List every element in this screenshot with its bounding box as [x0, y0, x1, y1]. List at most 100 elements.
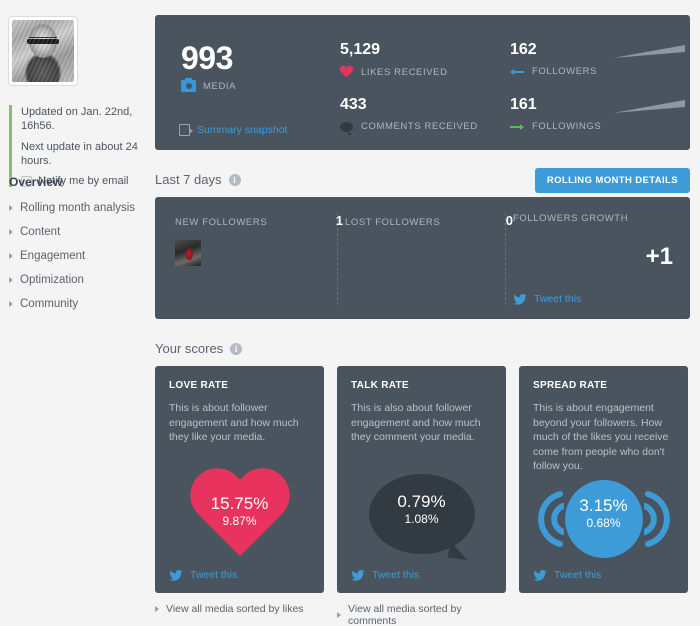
sidebar-item-engagement[interactable]: Engagement — [9, 250, 149, 262]
love-rate-visual: 15.75% 9.87% — [155, 470, 324, 570]
tweet-this-label: Tweet this — [534, 293, 582, 305]
main-content: 993 MEDIA Summary snapshot 5,129 LIKES R… — [155, 0, 690, 626]
view-media-sorted-by-likes-link[interactable]: View all media sorted by likes — [155, 603, 324, 615]
followings-sparkline — [613, 100, 685, 113]
tweet-this-label: Tweet this — [190, 569, 238, 581]
new-followers-column: NEW FOLLOWERS 1 — [175, 213, 343, 305]
sidebar-item-label: Community — [20, 298, 79, 310]
avatar-image — [12, 20, 74, 82]
triangle-bullet-icon — [9, 277, 13, 283]
love-rate-title: LOVE RATE — [169, 380, 229, 391]
media-stat: 993 MEDIA — [181, 41, 331, 92]
heart-icon — [340, 66, 353, 78]
sidebar-item-label: Rolling month analysis — [20, 202, 136, 214]
likes-value: 5,129 — [340, 41, 381, 58]
talk-rate-sub-value: 1.08% — [404, 512, 439, 526]
followers-sparkline — [613, 45, 685, 58]
comments-label: COMMENTS RECEIVED — [361, 121, 478, 132]
score-card-links-row: View all media sorted by likes View all … — [155, 593, 690, 626]
talk-rate-visual: 0.79% 1.08% — [337, 470, 506, 570]
followers-growth-value: +1 — [645, 243, 673, 270]
followers-label: FOLLOWERS — [532, 66, 598, 77]
sidebar-item-rolling-month-analysis[interactable]: Rolling month analysis — [9, 202, 149, 214]
last-7-days-header: Last 7 days i ROLLING MONTH DETAILS — [155, 168, 690, 193]
your-scores-header: Your scores i — [155, 341, 690, 356]
last-7-days-title: Last 7 days — [155, 172, 222, 187]
view-media-sorted-by-comments-link[interactable]: View all media sorted by comments — [337, 603, 506, 626]
info-icon[interactable]: i — [228, 173, 241, 186]
arrow-right-icon — [510, 122, 524, 132]
summary-snapshot-label: Summary snapshot — [197, 124, 288, 136]
triangle-bullet-icon — [337, 612, 341, 618]
love-rate-value: 15.75% — [210, 494, 269, 513]
tweet-this-spread-rate-link[interactable]: Tweet this — [533, 569, 601, 581]
summary-snapshot-link[interactable]: Summary snapshot — [179, 124, 287, 136]
twitter-bird-icon — [513, 293, 527, 305]
sidebar: Updated on Jan. 22nd, 16h56. Next update… — [0, 0, 150, 626]
lost-followers-value: 0 — [505, 213, 513, 228]
lost-followers-column: LOST FOLLOWERS 0 — [345, 213, 513, 305]
sidebar-item-label: Content — [20, 226, 61, 238]
new-followers-label: NEW FOLLOWERS — [175, 217, 268, 228]
arrow-left-icon — [510, 67, 524, 77]
love-rate-sub-value: 9.87% — [222, 514, 257, 528]
sidebar-item-content[interactable]: Content — [9, 226, 149, 238]
likes-label: LIKES RECEIVED — [361, 66, 448, 78]
info-icon[interactable]: i — [230, 342, 243, 355]
followings-stat: 161 FOLLOWINGS — [510, 96, 685, 132]
speech-bubble-icon — [340, 121, 353, 135]
lost-followers-label: LOST FOLLOWERS — [345, 217, 441, 228]
media-label: MEDIA — [203, 80, 237, 92]
twitter-bird-icon — [533, 569, 547, 581]
new-follower-thumbnail[interactable] — [175, 240, 201, 266]
sidebar-nav: Overview Rolling month analysis Content … — [9, 175, 149, 322]
spread-rate-visual: 3.15% 0.68% — [519, 478, 688, 578]
tweet-this-label: Tweet this — [372, 569, 420, 581]
talk-rate-description: This is also about follower engagement a… — [351, 402, 481, 443]
sidebar-item-label: Engagement — [20, 250, 86, 262]
document-export-icon — [179, 124, 193, 136]
followers-growth-column: FOLLOWERS GROWTH +1 Tweet this — [513, 213, 673, 305]
last-7-days-panel: NEW FOLLOWERS 1 LOST FOLLOWERS 0 FOLLOWE… — [155, 197, 690, 319]
camera-icon — [181, 77, 196, 92]
next-update-text: Next update in about 24 hours. — [21, 141, 138, 167]
dashboard-page: Updated on Jan. 22nd, 16h56. Next update… — [0, 0, 700, 626]
nav-title-overview[interactable]: Overview — [9, 175, 149, 189]
rolling-month-details-button[interactable]: ROLLING MONTH DETAILS — [534, 168, 690, 193]
spread-rate-card: SPREAD RATE This is about engagement bey… — [519, 366, 688, 593]
triangle-bullet-icon — [9, 205, 13, 211]
love-rate-card: LOVE RATE This is about follower engagem… — [155, 366, 324, 593]
followers-growth-label: FOLLOWERS GROWTH — [513, 213, 629, 224]
talk-rate-card: TALK RATE This is also about follower en… — [337, 366, 506, 593]
new-followers-value: 1 — [335, 213, 343, 228]
spread-rate-value: 3.15% — [579, 496, 628, 515]
comments-received-stat: 433 COMMENTS RECEIVED — [340, 96, 510, 135]
tweet-this-love-rate-link[interactable]: Tweet this — [169, 569, 237, 581]
sidebar-item-optimization[interactable]: Optimization — [9, 274, 149, 286]
spread-rate-title: SPREAD RATE — [533, 380, 608, 391]
score-cards: LOVE RATE This is about follower engagem… — [155, 366, 690, 593]
talk-rate-value: 0.79% — [397, 492, 446, 511]
twitter-bird-icon — [351, 569, 365, 581]
tweet-this-label: Tweet this — [554, 569, 602, 581]
love-rate-description: This is about follower engagement and ho… — [169, 402, 299, 443]
tweet-this-talk-rate-link[interactable]: Tweet this — [351, 569, 419, 581]
comments-value: 433 — [340, 96, 367, 113]
link-label: View all media sorted by likes — [166, 603, 304, 615]
tweet-this-growth-link[interactable]: Tweet this — [513, 293, 581, 305]
link-label: View all media sorted by comments — [348, 603, 462, 626]
followings-label: FOLLOWINGS — [532, 121, 602, 132]
triangle-bullet-icon — [9, 253, 13, 259]
updated-on-text: Updated on Jan. 22nd, 16h56. — [21, 106, 133, 132]
avatar[interactable] — [8, 16, 78, 86]
twitter-bird-icon — [169, 569, 183, 581]
spread-rate-description: This is about engagement beyond your fol… — [533, 402, 669, 472]
triangle-bullet-icon — [9, 301, 13, 307]
talk-rate-title: TALK RATE — [351, 380, 409, 391]
your-scores-title: Your scores — [155, 341, 224, 356]
triangle-bullet-icon — [155, 606, 159, 612]
sidebar-item-community[interactable]: Community — [9, 298, 149, 310]
spread-rate-sub-value: 0.68% — [586, 516, 621, 530]
triangle-bullet-icon — [9, 229, 13, 235]
sidebar-item-label: Optimization — [20, 274, 84, 286]
